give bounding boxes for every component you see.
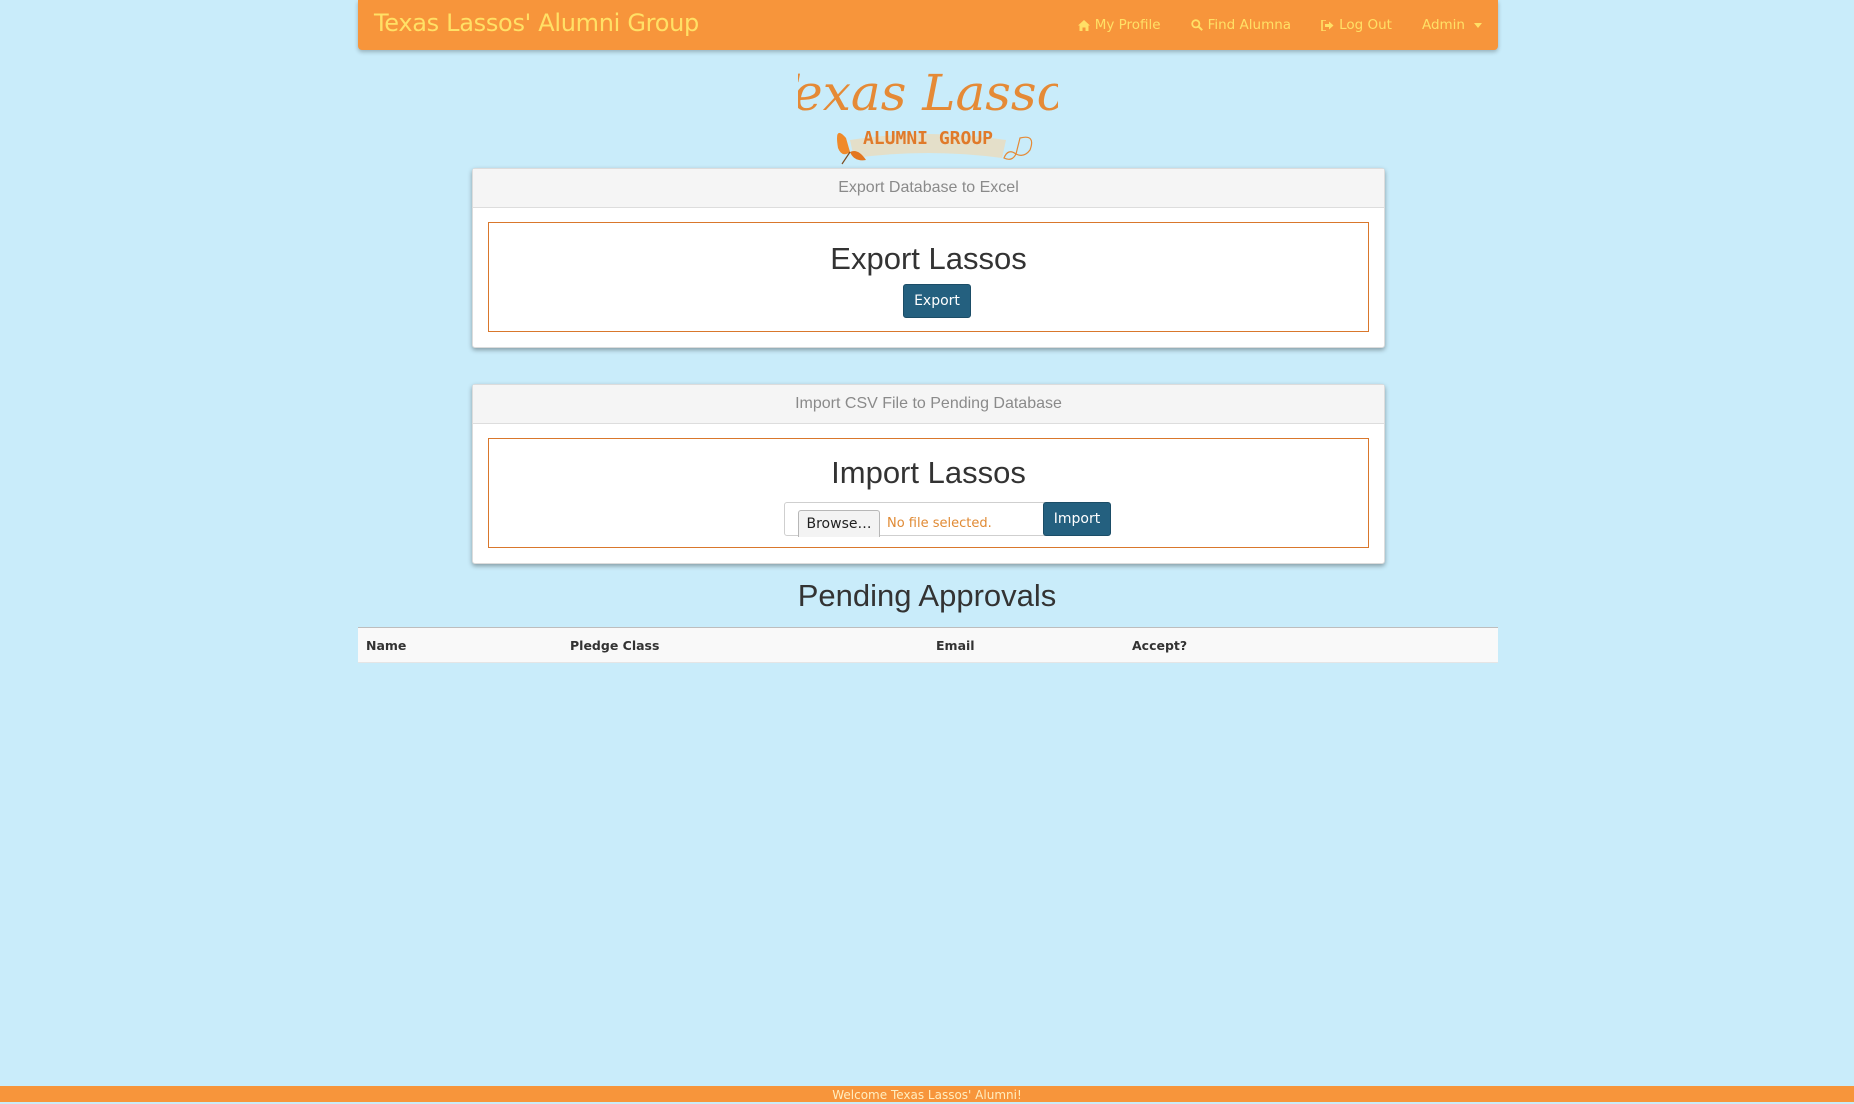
column-pledge-class: Pledge Class	[570, 638, 660, 653]
import-panel-heading: Import CSV File to Pending Database	[473, 385, 1384, 424]
pending-approvals-title: Pending Approvals	[797, 578, 1057, 613]
import-panel: Import CSV File to Pending Database Impo…	[472, 384, 1385, 564]
home-icon	[1077, 19, 1090, 31]
nav-find-alumna-label: Find Alumna	[1207, 17, 1292, 33]
import-title: Import Lassos	[831, 455, 1026, 490]
search-icon	[1190, 19, 1203, 31]
footer: Welcome Texas Lassos' Alumni!	[0, 1086, 1854, 1102]
nav-my-profile[interactable]: My Profile	[1077, 17, 1161, 33]
csv-file-input[interactable]: Browse… No file selected.	[784, 502, 1048, 537]
sign-out-icon	[1321, 19, 1334, 31]
export-button[interactable]: Export	[903, 284, 971, 318]
nav-my-profile-label: My Profile	[1094, 17, 1161, 33]
logo-banner-text: ALUMNI GROUP	[863, 128, 993, 149]
export-panel-heading: Export Database to Excel	[473, 169, 1384, 208]
column-name: Name	[366, 638, 407, 653]
texas-lassos-logo: Texas Lassos ALUMNI GROUP	[798, 64, 1058, 165]
nav-log-out[interactable]: Log Out	[1321, 17, 1392, 33]
column-email: Email	[936, 638, 975, 653]
nav-admin-dropdown[interactable]: Admin	[1422, 17, 1482, 33]
nav-log-out-label: Log Out	[1339, 17, 1392, 33]
export-title: Export Lassos	[830, 241, 1027, 276]
top-navbar: Texas Lassos' Alumni Group My Profile Fi…	[358, 0, 1498, 50]
browse-button[interactable]: Browse…	[798, 510, 880, 537]
column-accept: Accept?	[1132, 638, 1188, 653]
file-status-text: No file selected.	[887, 516, 992, 531]
caret-down-icon	[1474, 22, 1482, 28]
nav-menu: My Profile Find Alumna Log Out Admin	[1048, 0, 1482, 50]
export-panel: Export Database to Excel Export Lassos E…	[472, 168, 1385, 348]
export-box: Export Lassos Export	[488, 222, 1369, 332]
logo-script-text: Texas Lassos	[798, 64, 1058, 122]
butterfly-outline-icon	[1003, 136, 1033, 160]
nav-admin-label: Admin	[1421, 17, 1465, 33]
import-box: Import Lassos Browse… No file selected. …	[488, 438, 1369, 548]
pending-table-header: Name Pledge Class Email Accept?	[358, 627, 1498, 663]
brand-link[interactable]: Texas Lassos' Alumni Group	[374, 9, 699, 37]
nav-find-alumna[interactable]: Find Alumna	[1190, 17, 1292, 33]
import-button[interactable]: Import	[1043, 502, 1111, 536]
